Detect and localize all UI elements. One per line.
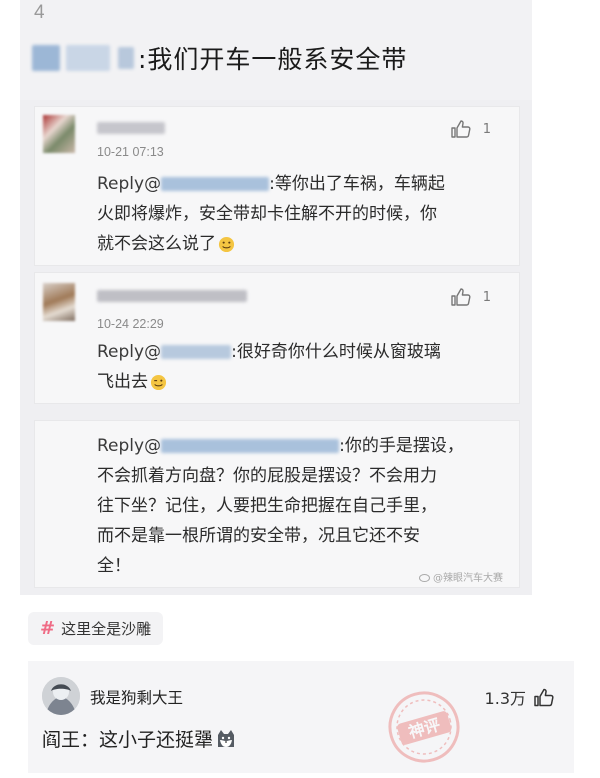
reply-line-text: 火即将爆炸，安全带却卡住解不开的时候，你 <box>97 204 437 224</box>
reply-line-text: 不会抓着方向盘？你的屁股是摆设？不会用力 <box>97 466 437 486</box>
like-count: 1 <box>482 121 491 137</box>
topic-tag-label: 这里全是沙雕 <box>61 620 152 638</box>
blurred-username <box>66 45 110 71</box>
reply-text: Reply@ :你的手是摆设， 不会抓着方向盘？你的屁股是摆设？不会用力 往下坐？… <box>97 431 507 581</box>
blurred-username <box>32 45 60 71</box>
weibo-logo-icon <box>419 573 430 582</box>
post-text: :我们开车一般系安全带 <box>138 45 408 74</box>
reply-line: 就不会这么说了 <box>97 229 517 259</box>
blurred-username <box>97 119 165 134</box>
hash-icon: # <box>40 618 56 639</box>
like-count: 1 <box>482 289 491 305</box>
reply-line-text: 飞出去 <box>97 372 148 392</box>
reply-line: 飞出去 <box>97 367 517 397</box>
reply-card: 10-24 22:29 1 Reply@ :很好奇你什么时候从窗玻璃 飞出去 <box>34 272 520 404</box>
reply-text: Reply@ :很好奇你什么时候从窗玻璃 飞出去 <box>97 337 517 397</box>
reply-line-text: :你的手是摆设， <box>339 436 464 456</box>
god-comment-stamp: 神评 <box>375 678 474 777</box>
blurred-mention <box>161 439 340 453</box>
blurred-mention <box>161 177 270 191</box>
reply-line: Reply@ :等你出了车祸，车辆起 <box>97 169 517 199</box>
like-button[interactable]: 1 <box>451 288 491 306</box>
watermark: @辣眼汽车大赛 <box>419 569 503 584</box>
reply-line-text: :很好奇你什么时候从窗玻璃 <box>231 342 441 362</box>
like-button[interactable]: 1 <box>451 120 491 138</box>
reply-text: Reply@ :等你出了车祸，车辆起 火即将爆炸，安全带却卡住解不开的时候，你 就… <box>97 169 517 259</box>
topic-tag[interactable]: # 这里全是沙雕 <box>28 612 164 645</box>
blurred-username <box>118 47 134 69</box>
like-button[interactable]: 1.3万 <box>485 685 554 709</box>
avatar-image <box>42 677 80 715</box>
comment-text: 阎王：这小子还挺犟 <box>42 725 237 752</box>
reply-line-text: :等你出了车祸，车辆起 <box>269 174 445 194</box>
avatar[interactable] <box>42 677 80 715</box>
stamp-text: 神评 <box>406 715 442 742</box>
reply-label: Reply@ <box>97 174 162 194</box>
reply-card: Reply@ :你的手是摆设， 不会抓着方向盘？你的屁股是摆设？不会用力 往下坐？… <box>34 420 520 588</box>
reply-card: 10-21 07:13 1 Reply@ :等你出了车祸，车辆起 火即将爆炸，安全… <box>34 106 520 266</box>
avatar <box>43 283 75 321</box>
avatar <box>43 115 75 153</box>
wink-emoji-icon <box>150 374 167 390</box>
reply-line-text: 就不会这么说了 <box>97 234 216 254</box>
thumbs-up-icon <box>451 288 471 306</box>
reply-line: Reply@ :很好奇你什么时候从窗玻璃 <box>97 337 517 367</box>
timestamp: 10-21 07:13 <box>97 145 164 159</box>
reply-label: Reply@ <box>97 342 162 362</box>
embedded-screenshot: 4 :我们开车一般系安全带 10-21 07:13 1 Reply@ :等你出了车… <box>20 0 532 595</box>
thumbs-up-icon <box>451 120 471 138</box>
watermark-text: @辣眼汽车大赛 <box>433 573 503 584</box>
comment-card: 我是狗剩大王 1.3万 神评 阎王：这小子还挺犟 <box>28 661 574 773</box>
thumbs-up-icon <box>534 688 554 706</box>
reply-line: Reply@ :你的手是摆设， <box>97 431 507 461</box>
like-count: 1.3万 <box>484 689 526 708</box>
timestamp: 10-24 22:29 <box>97 317 164 331</box>
page-margin <box>532 0 600 595</box>
smile-emoji-icon <box>218 236 235 252</box>
reply-line-text: 往下坐？记住，人要把生命把握在自己手里， <box>97 496 437 516</box>
cat-emoji-icon <box>218 729 235 747</box>
reply-label: Reply@ <box>97 436 162 456</box>
post-header: 4 :我们开车一般系安全带 <box>20 0 532 100</box>
blurred-mention <box>161 345 232 359</box>
username[interactable]: 我是狗剩大王 <box>90 686 183 708</box>
reply-line-text: 而不是靠一根所谓的安全带，况且它还不安 <box>97 526 420 546</box>
blurred-username <box>97 287 247 302</box>
comment-text-body: 阎王：这小子还挺犟 <box>42 729 214 751</box>
post-line: :我们开车一般系安全带 <box>32 40 407 76</box>
floor-number: 4 <box>34 2 45 23</box>
